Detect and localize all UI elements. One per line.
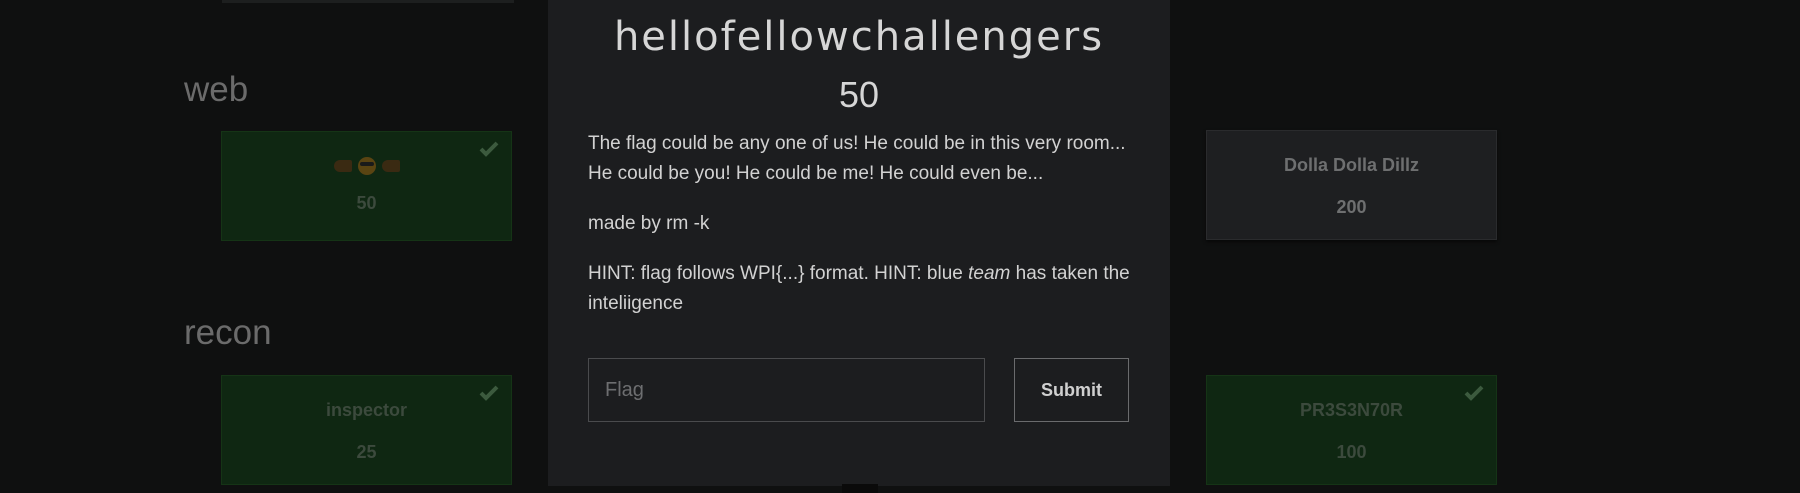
challenge-modal: hellofellowchallengers 50 The flag could…: [548, 0, 1170, 486]
modal-title: hellofellowchallengers: [613, 14, 1105, 60]
modal-bottom-edge: [842, 484, 878, 493]
emoji-icons: [333, 156, 400, 176]
challenge-card-inspector[interactable]: inspector 25: [221, 375, 512, 485]
challenge-value: 25: [356, 442, 377, 462]
challenge-name: PR3S3N70R: [1299, 400, 1404, 420]
card-edge: [222, 0, 514, 3]
challenge-name: Dolla Dolla Dillz: [1283, 155, 1420, 175]
challenge-card-dolla-dolla-dillz[interactable]: Dolla Dolla Dillz 200: [1206, 130, 1497, 240]
challenge-value: 50: [356, 193, 377, 213]
modal-author: made by rm -k: [588, 213, 710, 234]
challenge-card-emoji[interactable]: 50: [221, 131, 512, 241]
challenge-board: web 50 Dolla Dolla Dillz 200 recon inspe…: [0, 0, 1800, 493]
hint-emphasis: team: [968, 263, 1011, 284]
flag-input[interactable]: [588, 358, 985, 422]
sunglasses-face-icon: [357, 157, 376, 175]
hint-text: HINT: flag follows WPI{...} format. HINT…: [588, 263, 969, 284]
modal-hint: HINT: flag follows WPI{...} format. HINT…: [588, 259, 1148, 319]
check-icon: [479, 385, 499, 401]
pointing-hand-icon: [381, 160, 400, 172]
pointing-hand-icon: [333, 160, 352, 172]
challenge-card-pr3s3n70r[interactable]: PR3S3N70R 100: [1206, 375, 1497, 485]
category-heading-web: web: [184, 70, 249, 109]
category-heading-recon: recon: [184, 313, 272, 352]
submit-button[interactable]: Submit: [1014, 358, 1129, 422]
challenge-value: 100: [1336, 442, 1367, 462]
modal-description: The flag could be any one of us! He coul…: [588, 133, 1126, 184]
modal-points: 50: [838, 74, 880, 115]
challenge-name: inspector: [325, 400, 408, 420]
challenge-value: 200: [1336, 197, 1367, 217]
check-icon: [1464, 385, 1484, 401]
check-icon: [479, 141, 499, 157]
